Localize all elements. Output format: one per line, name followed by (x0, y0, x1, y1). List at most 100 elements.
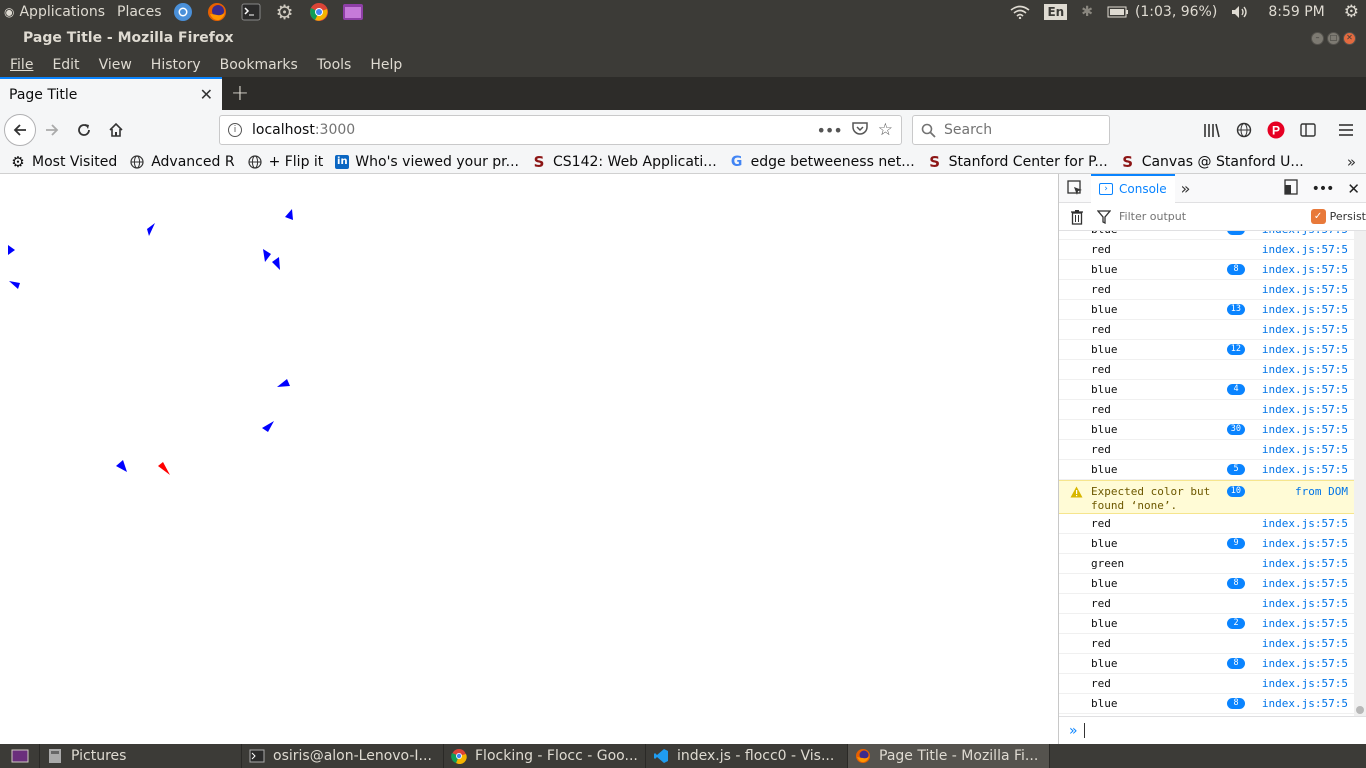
pocket-icon[interactable] (852, 121, 868, 139)
window-title-bar[interactable]: Page Title - Mozilla Firefox – □ ✕ (0, 24, 1366, 52)
terminal-launcher-icon[interactable] (239, 0, 263, 24)
menu-view[interactable]: View (99, 57, 132, 73)
bookmark-canvas-stanford[interactable]: S Canvas @ Stanford U... (1120, 153, 1303, 171)
sidebar-toggle-icon[interactable] (1292, 114, 1324, 146)
devtools-options-icon[interactable]: ••• (1312, 181, 1335, 197)
home-button[interactable] (100, 114, 132, 146)
bookmark-most-visited[interactable]: ⚙ Most Visited (10, 153, 117, 171)
log-source-link[interactable]: index.js:57:5 (1262, 617, 1348, 630)
log-source-link[interactable]: index.js:57:5 (1262, 403, 1348, 416)
filter-output-input[interactable]: Filter output (1097, 209, 1186, 224)
log-source-link[interactable]: index.js:57:5 (1262, 463, 1348, 476)
tab-page-title[interactable]: Page Title ✕ (0, 77, 222, 110)
log-source-link[interactable]: index.js:57:5 (1262, 343, 1348, 356)
url-bar[interactable]: i localhost:3000 ••• ☆ (219, 115, 902, 145)
console-input[interactable]: » (1059, 716, 1366, 744)
persist-logs-checkbox[interactable]: ✓ Persist (1310, 209, 1366, 224)
show-desktop-button[interactable] (0, 744, 40, 768)
log-source-link[interactable]: index.js:57:5 (1262, 283, 1348, 296)
site-info-icon[interactable]: i (228, 123, 242, 137)
bookmark-edge-betweeness[interactable]: G edge betweeness net... (729, 154, 915, 170)
keyboard-language-indicator[interactable]: En (1037, 0, 1074, 24)
log-source-link[interactable]: index.js:57:5 (1262, 303, 1348, 316)
places-menu[interactable]: Places (113, 0, 166, 24)
log-source-link[interactable]: index.js:57:5 (1262, 637, 1348, 650)
bluetooth-icon[interactable]: ✱ (1074, 0, 1100, 24)
element-picker-icon[interactable] (1059, 180, 1091, 196)
system-gear-icon[interactable]: ⚙ (1337, 0, 1366, 24)
log-source-link[interactable]: index.js:57:5 (1262, 231, 1348, 236)
bookmark-advanced-r[interactable]: Advanced R (129, 154, 235, 170)
menu-history[interactable]: History (151, 57, 201, 73)
dock-side-icon[interactable] (1283, 178, 1298, 199)
menu-tools[interactable]: Tools (317, 57, 352, 73)
reload-button[interactable] (68, 114, 100, 146)
log-source-link[interactable]: index.js:57:5 (1262, 423, 1348, 436)
minimize-button[interactable]: – (1311, 31, 1324, 45)
menu-bar: File Edit View History Bookmarks Tools H… (0, 52, 1366, 77)
battery-indicator[interactable]: (1:03, 96%) (1100, 0, 1224, 24)
log-source-link[interactable]: index.js:57:5 (1262, 557, 1348, 570)
hamburger-menu-icon[interactable] (1330, 114, 1362, 146)
wifi-icon[interactable] (1003, 0, 1037, 24)
log-source-link[interactable]: index.js:57:5 (1262, 363, 1348, 376)
log-source-link[interactable]: index.js:57:5 (1262, 243, 1348, 256)
log-source-link[interactable]: index.js:57:5 (1262, 323, 1348, 336)
log-source-link[interactable]: index.js:57:5 (1262, 577, 1348, 590)
search-input[interactable]: Search (912, 115, 1110, 145)
firefox-launcher-icon[interactable] (205, 0, 229, 24)
bookmark-cs142[interactable]: S CS142: Web Applicati... (531, 153, 717, 171)
log-source-link[interactable]: index.js:57:5 (1262, 443, 1348, 456)
bookmarks-overflow-chevron-icon[interactable]: » (1347, 153, 1356, 171)
log-source-link[interactable]: index.js:57:5 (1262, 657, 1348, 670)
clear-console-trash-icon[interactable] (1059, 209, 1095, 225)
forward-button[interactable] (36, 114, 68, 146)
taskbar-item-firefox[interactable]: Page Title - Mozilla Fi... (848, 744, 1050, 768)
menu-file[interactable]: File (10, 57, 33, 73)
log-source-link[interactable]: from DOM (1295, 485, 1348, 498)
bookmark-stanford-center[interactable]: S Stanford Center for P... (927, 153, 1107, 171)
bookmark-linkedin[interactable]: in Who's viewed your pr... (335, 154, 519, 170)
applications-menu[interactable]: ◉ Applications (0, 0, 109, 24)
menu-bookmarks[interactable]: Bookmarks (220, 57, 298, 73)
log-message: red (1091, 443, 1111, 456)
page-actions-icon[interactable]: ••• (816, 121, 842, 140)
chrome-launcher-icon[interactable] (307, 0, 331, 24)
bookmark-flip-it[interactable]: + Flip it (247, 154, 323, 170)
console-log-row: red index.js:57:5 (1059, 514, 1355, 534)
library-icon[interactable] (1196, 114, 1228, 146)
new-tab-button[interactable]: + (222, 77, 258, 110)
tab-close-icon[interactable]: ✕ (200, 85, 213, 104)
pinterest-icon[interactable]: P (1260, 114, 1292, 146)
extension-globe-icon[interactable] (1228, 114, 1260, 146)
close-window-button[interactable]: ✕ (1343, 31, 1356, 45)
bookmark-star-icon[interactable]: ☆ (878, 120, 893, 140)
clock[interactable]: 8:59 PM (1256, 0, 1336, 24)
log-source-link[interactable]: index.js:57:5 (1262, 537, 1348, 550)
log-source-link[interactable]: index.js:57:5 (1262, 597, 1348, 610)
log-source-link[interactable]: index.js:57:5 (1262, 383, 1348, 396)
taskbar-item-terminal[interactable]: osiris@alon-Lenovo-I... (242, 744, 444, 768)
console-scrollbar[interactable] (1354, 231, 1366, 716)
chromium-launcher-icon[interactable] (171, 0, 195, 24)
console-output[interactable]: blue 2 index.js:57:5 red index.js:57:5 blue 8 i… (1059, 231, 1355, 716)
log-source-link[interactable]: index.js:57:5 (1262, 517, 1348, 530)
close-devtools-icon[interactable]: ✕ (1347, 180, 1360, 198)
tab-console[interactable]: › Console (1091, 173, 1175, 203)
menu-edit[interactable]: Edit (52, 57, 79, 73)
log-source-link[interactable]: index.js:57:5 (1262, 677, 1348, 690)
screenshot-launcher-icon[interactable] (341, 0, 365, 24)
volume-icon[interactable] (1224, 0, 1256, 24)
more-tabs-chevron-icon[interactable]: » (1181, 179, 1191, 198)
page-content[interactable] (0, 174, 1058, 744)
taskbar-item-vscode[interactable]: index.js - flocc0 - Vis... (646, 744, 848, 768)
taskbar-item-chrome[interactable]: Flocking - Flocc - Goo... (444, 744, 646, 768)
console-log-row: green index.js:57:5 (1059, 554, 1355, 574)
settings-gear-launcher-icon[interactable]: ⚙ (273, 0, 297, 24)
taskbar-item-pictures[interactable]: Pictures (40, 744, 242, 768)
log-source-link[interactable]: index.js:57:5 (1262, 263, 1348, 276)
menu-help[interactable]: Help (370, 57, 402, 73)
back-button[interactable] (4, 114, 36, 146)
log-source-link[interactable]: index.js:57:5 (1262, 697, 1348, 710)
maximize-button[interactable]: □ (1327, 31, 1340, 45)
